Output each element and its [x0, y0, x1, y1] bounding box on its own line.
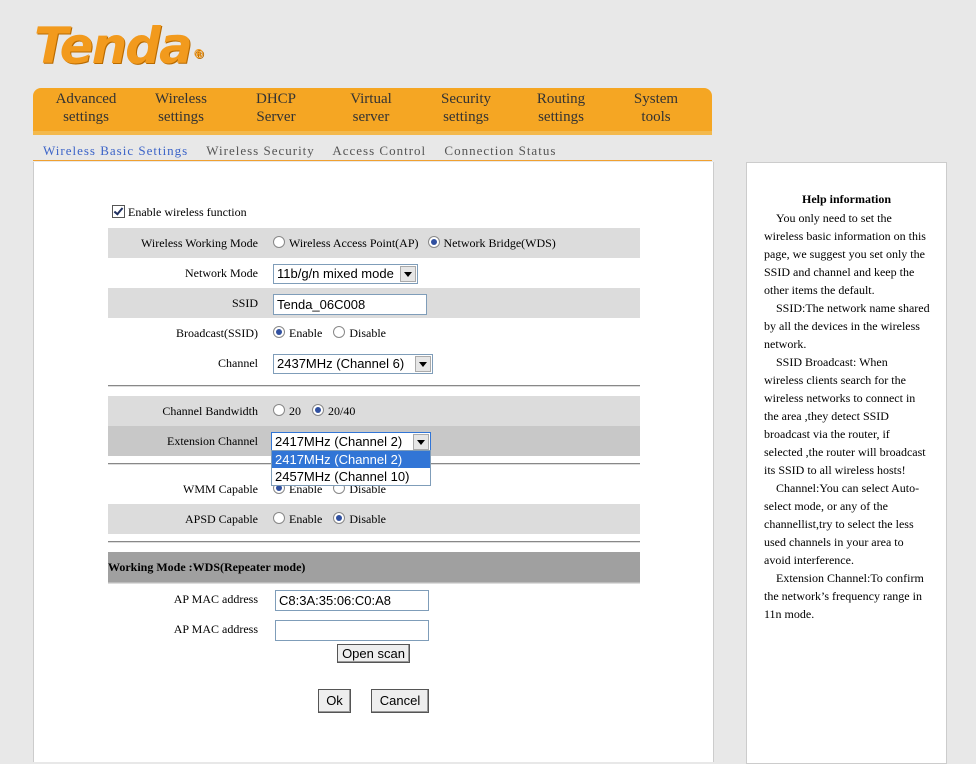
apsd-label: APSD Capable	[185, 512, 258, 526]
apsd-row: APSD Capable Enable Disable	[108, 504, 640, 534]
apsd-disable-radio[interactable]	[333, 512, 346, 524]
channel-select[interactable]: 2437MHz (Channel 6)	[273, 354, 433, 375]
help-title: Help information	[802, 192, 891, 206]
bw-20-label: 20	[289, 404, 301, 418]
nav-wireless-settings[interactable]: Wireless settings	[136, 90, 226, 126]
broadcast-disable-label: Disable	[349, 326, 386, 340]
nav-virtual-server[interactable]: Virtual server	[326, 90, 416, 126]
subnav-wireless-basic-settings[interactable]: Wireless Basic Settings	[43, 143, 188, 158]
enable-wireless-checkbox[interactable]	[112, 205, 125, 218]
ok-button[interactable]: Ok	[318, 689, 351, 713]
working-mode-row: Wireless Working Mode Wireless Access Po…	[108, 228, 640, 258]
enable-wireless-label: Enable wireless function	[128, 205, 247, 219]
help-paragraph: SSID:The network name shared by all the …	[764, 301, 930, 351]
ap-mac-row-1: AP MAC address C8:3A:35:06:C0:A8	[108, 584, 640, 614]
ssid-row: SSID Tenda_06C008	[108, 288, 640, 318]
chevron-down-icon	[413, 434, 429, 451]
bandwidth-label: Channel Bandwidth	[162, 404, 258, 418]
divider	[108, 541, 640, 543]
dropdown-option[interactable]: 2457MHz (Channel 10)	[272, 468, 430, 485]
ap-mac-label: AP MAC address	[173, 592, 258, 606]
bandwidth-row: Channel Bandwidth 20 20/40	[108, 396, 640, 426]
cancel-button[interactable]: Cancel	[371, 689, 429, 713]
nav-dhcp-server[interactable]: DHCP Server	[231, 90, 321, 126]
nav-system-tools[interactable]: System tools	[611, 90, 701, 126]
chevron-down-icon	[415, 356, 431, 373]
help-paragraph: SSID Broadcast: When wireless clients se…	[764, 355, 926, 477]
chevron-down-icon	[400, 266, 416, 283]
subnav-divider	[33, 160, 712, 161]
mode-ap-radio[interactable]	[273, 236, 285, 248]
bw-20-radio[interactable]	[273, 404, 285, 416]
subnav-wireless-security[interactable]: Wireless Security	[206, 143, 315, 158]
broadcast-enable-radio[interactable]	[273, 326, 285, 338]
extension-channel-dropdown: 2417MHz (Channel 2) 2457MHz (Channel 10)	[271, 450, 431, 486]
ap-mac-label: AP MAC address	[173, 622, 258, 636]
nav-advanced-settings[interactable]: Advanced settings	[41, 90, 131, 126]
help-paragraph: Extension Channel:To confirm the network…	[764, 571, 924, 621]
sub-nav: Wireless Basic Settings Wireless Securit…	[43, 143, 570, 159]
dropdown-option[interactable]: 2417MHz (Channel 2)	[272, 451, 430, 468]
nav-security-settings[interactable]: Security settings	[421, 90, 511, 126]
wmm-label: WMM Capable	[183, 482, 258, 496]
bw-2040-radio[interactable]	[312, 404, 324, 416]
mode-wds-radio[interactable]	[427, 236, 440, 248]
bw-2040-label: 20/40	[328, 404, 356, 418]
broadcast-label: Broadcast(SSID)	[176, 326, 258, 340]
network-mode-label: Network Mode	[185, 266, 258, 280]
main-nav: Advanced settings Wireless settings DHCP Se…	[33, 88, 712, 135]
ap-mac-row-2: AP MAC address	[108, 614, 640, 644]
ap-mac-input-2[interactable]	[275, 619, 429, 641]
enable-wireless: Enable wireless function	[112, 205, 247, 220]
channel-label: Channel	[218, 356, 258, 370]
mode-ap-label: Wireless Access Point(AP)	[289, 236, 419, 250]
apsd-enable-label: Enable	[289, 512, 323, 526]
ssid-label: SSID	[231, 296, 258, 310]
help-panel: Help information You only need to set th…	[746, 162, 947, 764]
ssid-input[interactable]: Tenda_06C008	[273, 293, 427, 315]
extension-channel-label: Extension Channel	[167, 434, 258, 448]
broadcast-row: Broadcast(SSID) Enable Disable	[108, 318, 640, 348]
network-mode-row: Network Mode 11b/g/n mixed mode	[108, 258, 640, 288]
apsd-enable-radio[interactable]	[273, 512, 285, 524]
tenda-logo: Tenda ®	[34, 17, 205, 75]
divider	[108, 385, 640, 387]
apsd-disable-label: Disable	[349, 512, 386, 526]
subnav-connection-status[interactable]: Connection Status	[444, 143, 556, 158]
ap-mac-input-1[interactable]: C8:3A:35:06:C0:A8	[275, 589, 429, 611]
broadcast-disable-radio[interactable]	[333, 326, 346, 338]
wds-section-header: Working Mode :WDS(Repeater mode)	[108, 552, 640, 582]
channel-row: Channel 2437MHz (Channel 6)	[108, 348, 640, 378]
help-paragraph: You only need to set the wireless basic …	[764, 211, 926, 297]
nav-routing-settings[interactable]: Routing settings	[516, 90, 606, 126]
open-scan-button[interactable]: Open scan	[337, 644, 410, 663]
settings-panel: Enable wireless function Wireless Workin…	[33, 162, 714, 762]
subnav-access-control[interactable]: Access Control	[332, 143, 426, 158]
broadcast-enable-label: Enable	[289, 326, 323, 340]
network-mode-select[interactable]: 11b/g/n mixed mode	[273, 264, 418, 285]
working-mode-label: Wireless Working Mode	[141, 236, 258, 250]
mode-wds-label: Network Bridge(WDS)	[443, 236, 556, 250]
help-paragraph: Channel:You can select Auto-select mode,…	[764, 481, 920, 567]
